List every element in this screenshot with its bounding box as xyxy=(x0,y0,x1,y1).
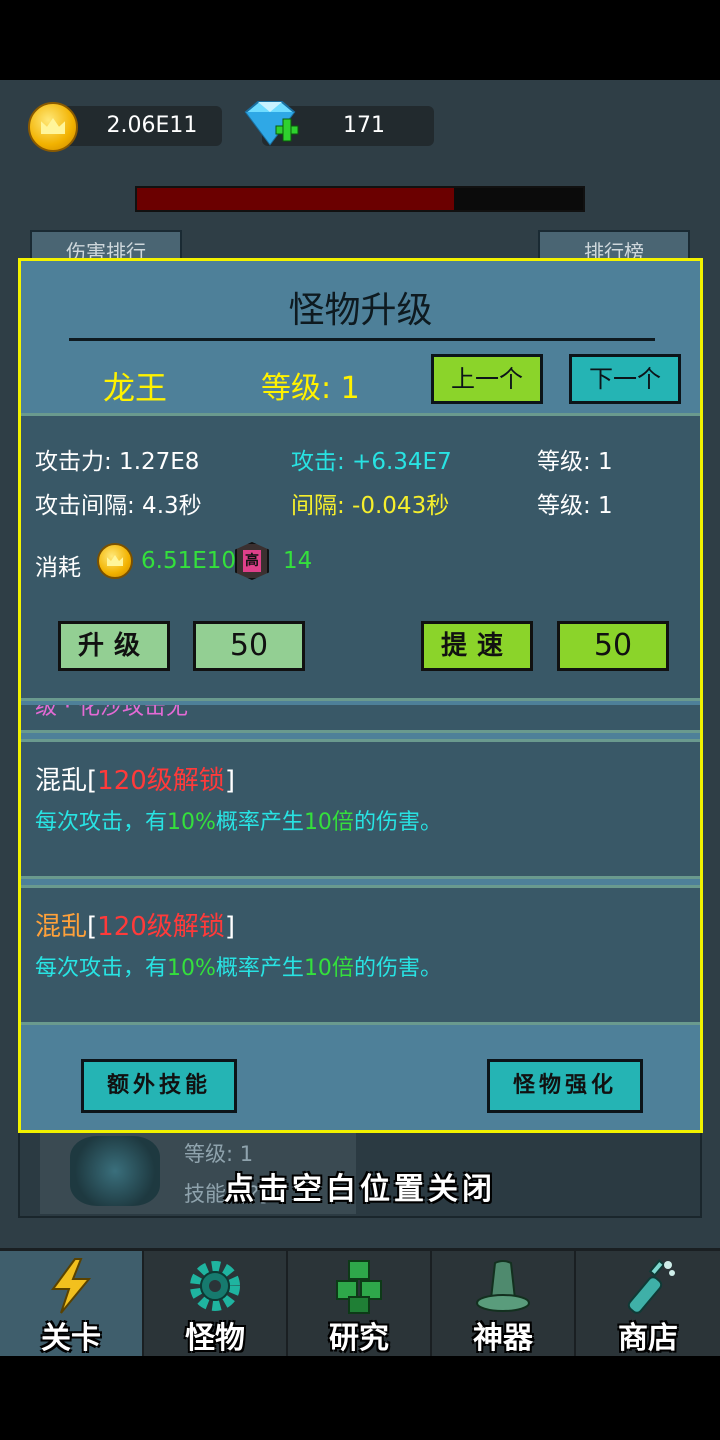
dialog-title: 怪物升级 xyxy=(288,290,433,331)
next-monster-button[interactable]: 下一个 xyxy=(569,354,681,404)
hat-icon xyxy=(476,1260,530,1312)
skill-unlock: 120级解锁 xyxy=(97,766,225,796)
attack-power: 攻击力: 1.27E8 xyxy=(35,449,200,475)
nav-tab-monster[interactable]: 怪物 xyxy=(144,1251,288,1359)
bottle-icon xyxy=(627,1259,675,1314)
monster-enhance-button[interactable]: 怪物强化 xyxy=(487,1059,643,1113)
nav-tab-shop[interactable]: 商店 xyxy=(576,1251,720,1359)
skill-title: 混乱[120级解锁] xyxy=(35,766,235,796)
monster-name: 龙王 xyxy=(103,369,168,407)
add-gem-icon[interactable] xyxy=(240,100,300,148)
speed-up-amount-button[interactable]: 50 xyxy=(557,621,669,671)
gear-icon xyxy=(190,1261,240,1311)
badge-char: 高 xyxy=(243,550,261,572)
cost-gold: 6.51E10 xyxy=(141,548,237,574)
skill-name: 混乱 xyxy=(35,766,88,796)
status-bar xyxy=(0,0,720,80)
speed-up-button[interactable]: 提速 xyxy=(421,621,533,671)
extra-skill-button[interactable]: 额外技能 xyxy=(81,1059,237,1113)
gold-coin-icon xyxy=(97,543,133,579)
nav-tab-research[interactable]: 研究 xyxy=(288,1251,432,1359)
system-nav-area xyxy=(0,1356,720,1440)
skill-card: 混乱[120级解锁] 每次攻击，有10%概率产生10倍的伤害。 xyxy=(21,885,700,1025)
gold-value: 2.06E11 xyxy=(106,113,198,138)
nav-label: 神器 xyxy=(473,1321,533,1356)
token-badge-icon: 高 xyxy=(235,542,269,580)
attack-interval: 攻击间隔: 4.3秒 xyxy=(35,493,202,519)
interval-level: 等级: 1 xyxy=(537,493,613,519)
cost-badge-count: 14 xyxy=(283,548,313,574)
bottom-navigation: 关卡 怪物 研究 神器 商店 xyxy=(0,1248,720,1359)
boss-hp-bar xyxy=(135,186,585,212)
nav-tab-stage[interactable]: 关卡 xyxy=(0,1251,144,1359)
attack-gain: 攻击: +6.34E7 xyxy=(291,449,452,475)
nav-tab-artifact[interactable]: 神器 xyxy=(432,1251,576,1359)
nav-label: 商店 xyxy=(618,1321,678,1356)
gold-coin-icon xyxy=(28,102,78,152)
nav-label: 关卡 xyxy=(41,1321,101,1356)
monster-upgrade-dialog: 怪物升级 龙王 等级: 1 上一个 下一个 攻击力: 1.27E8 攻击: +6… xyxy=(18,258,703,1133)
upgrade-amount-button[interactable]: 50 xyxy=(193,621,305,671)
lightning-icon xyxy=(51,1258,92,1314)
skill-unlock: 120级解锁 xyxy=(97,912,225,942)
skill-description: 每次攻击，有10%概率产生10倍的伤害。 xyxy=(35,956,442,981)
skill-description: 每次攻击，有10%概率产生10倍的伤害。 xyxy=(35,810,442,835)
boss-hp-fill xyxy=(137,188,454,210)
title-divider xyxy=(69,338,655,341)
nav-label: 怪物 xyxy=(185,1321,245,1356)
previous-monster-button[interactable]: 上一个 xyxy=(431,354,543,404)
interval-gain: 间隔: -0.043秒 xyxy=(291,493,450,519)
skill-list-partial-item: 级 · 化沙攻击无 xyxy=(21,705,700,733)
partial-skill-text: 级 · 化沙攻击无 xyxy=(35,705,188,720)
cost-label: 消耗 xyxy=(35,555,81,581)
close-hint[interactable]: 点击空白位置关闭 xyxy=(0,1164,720,1208)
skill-name: 混乱 xyxy=(35,912,88,942)
monster-level: 等级: 1 xyxy=(261,371,360,406)
nav-label: 研究 xyxy=(329,1321,389,1356)
attack-level: 等级: 1 xyxy=(537,449,613,475)
upgrade-button[interactable]: 升级 xyxy=(58,621,170,671)
skill-card: 混乱[120级解锁] 每次攻击，有10%概率产生10倍的伤害。 xyxy=(21,739,700,879)
gem-value: 171 xyxy=(343,113,385,138)
skill-title: 混乱[120级解锁] xyxy=(35,912,235,942)
cubes-icon xyxy=(336,1260,382,1314)
